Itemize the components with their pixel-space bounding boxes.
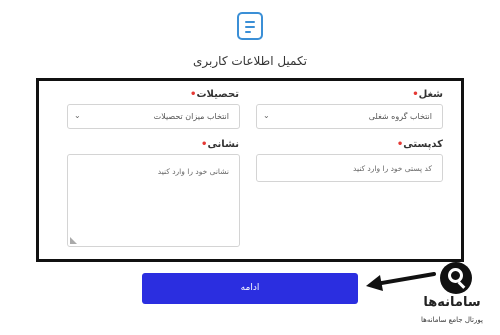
left-arrow-icon — [366, 272, 436, 291]
chevron-down-icon: ⌄ — [74, 111, 81, 120]
education-level-select-value: انتخاب میزان تحصیلات — [153, 112, 229, 121]
postal-code-label: کدپستی• — [396, 139, 443, 150]
watermark-subtitle: پورتال جامع سامانه‌ها — [421, 316, 483, 324]
job-group-select-value: انتخاب گروه شغلی — [368, 112, 432, 121]
education-level-select[interactable]: انتخاب میزان تحصیلات ⌄ — [67, 104, 240, 129]
chevron-down-icon: ⌄ — [263, 111, 270, 120]
page-title: تکمیل اطلاعات کاربری — [193, 54, 307, 68]
resize-handle[interactable] — [70, 237, 77, 244]
job-group-select[interactable]: انتخاب گروه شغلی ⌄ — [256, 104, 443, 129]
user-info-form: شغل• انتخاب گروه شغلی ⌄ تحصیلات• انتخاب … — [36, 78, 464, 262]
address-textarea[interactable]: نشانی خود را وارد کنید — [67, 154, 240, 247]
watermark-title: سامانه‌ها — [423, 295, 481, 310]
postal-code-placeholder: کد پستی خود را وارد کنید — [353, 164, 432, 173]
address-label: نشانی• — [201, 139, 239, 150]
magnifier-icon — [440, 262, 472, 294]
document-list-icon — [237, 12, 263, 40]
continue-button[interactable]: ادامه — [142, 273, 358, 304]
education-label: تحصیلات• — [190, 89, 239, 100]
address-placeholder: نشانی خود را وارد کنید — [157, 167, 229, 176]
postal-code-input[interactable]: کد پستی خود را وارد کنید — [256, 154, 443, 182]
job-label: شغل• — [412, 89, 443, 100]
